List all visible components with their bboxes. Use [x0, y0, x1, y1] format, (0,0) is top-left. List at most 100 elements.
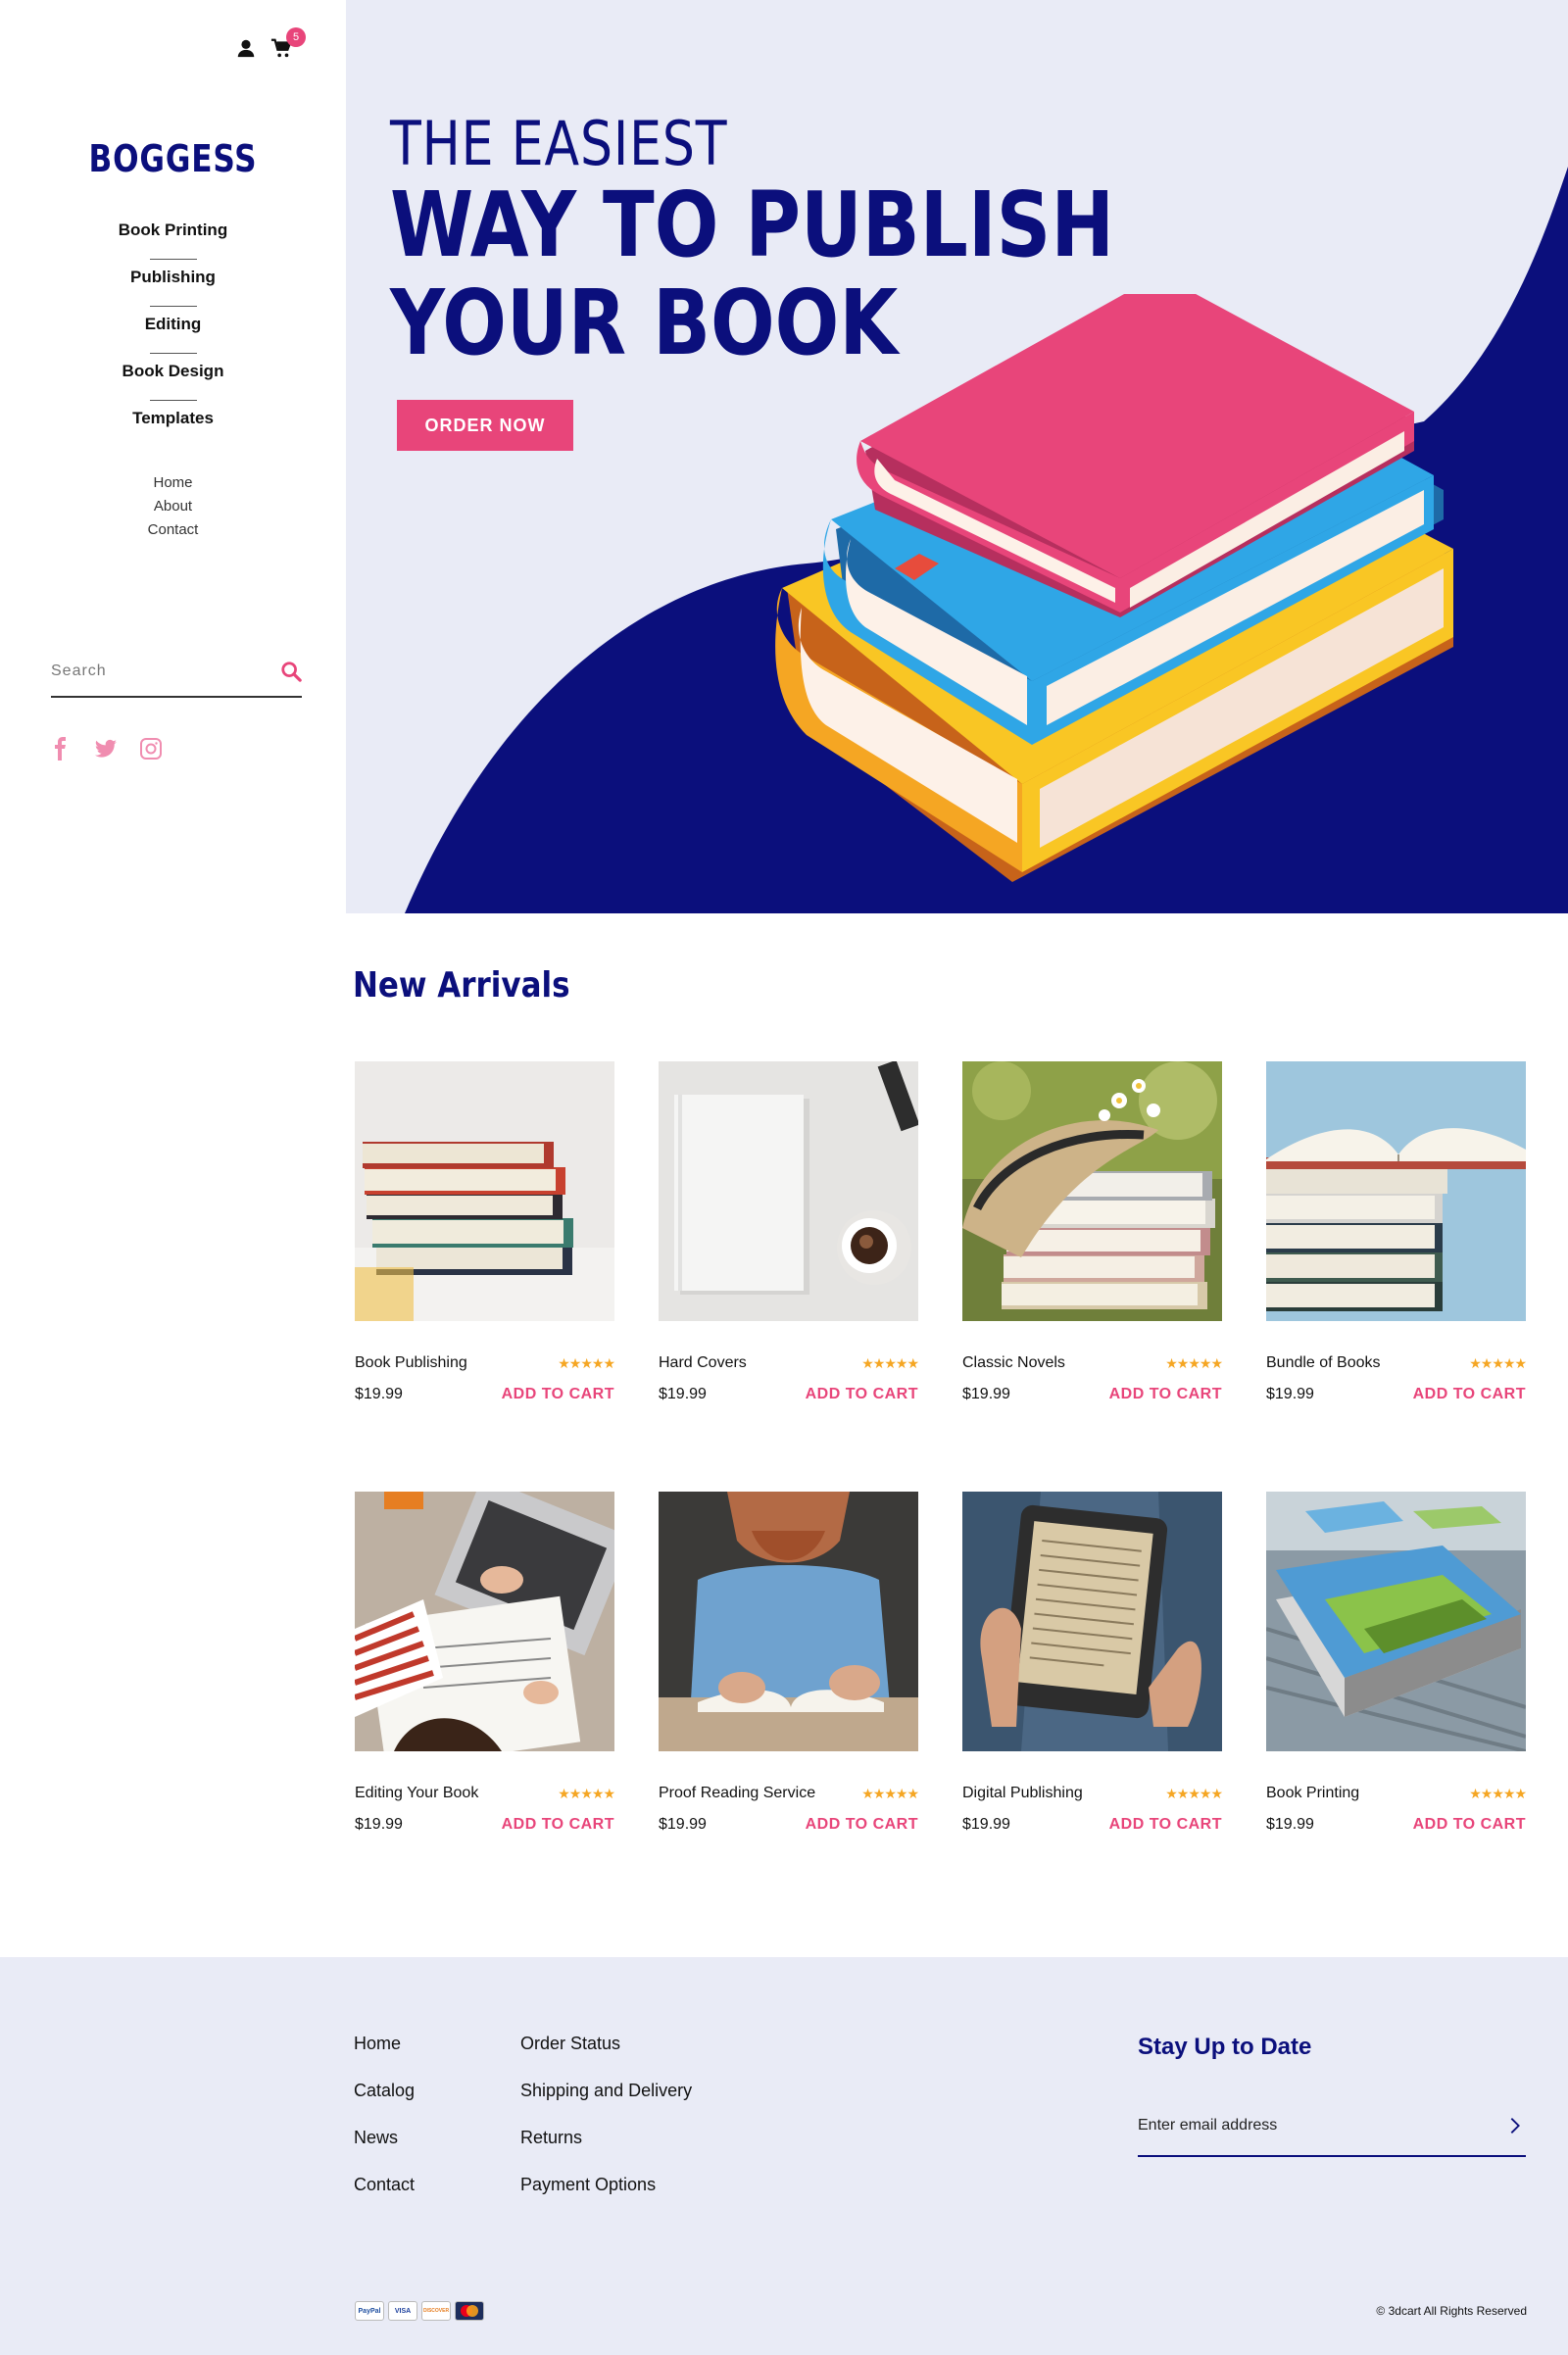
- search-box: [51, 647, 302, 698]
- add-to-cart-button[interactable]: ADD TO CART: [1413, 1386, 1526, 1403]
- product-image[interactable]: [1266, 1492, 1526, 1751]
- footer-link-contact[interactable]: Contact: [354, 2175, 415, 2194]
- footer-links-col2: Order Status Shipping and Delivery Retur…: [520, 2034, 692, 2222]
- visa-icon: VISA: [388, 2301, 417, 2321]
- product-meta: Book Printing ★★★★★: [1266, 1785, 1527, 1802]
- product-grid: Book Publishing ★★★★★ $19.99 ADD TO CART: [355, 1061, 1528, 1834]
- product-name[interactable]: Proof Reading Service: [659, 1785, 815, 1802]
- footer-link-order-status[interactable]: Order Status: [520, 2034, 620, 2053]
- discover-icon: DISCOVER: [421, 2301, 451, 2321]
- footer-link-item: News: [354, 2128, 415, 2175]
- rating-stars: ★★★★★: [1165, 1785, 1223, 1801]
- add-to-cart-button[interactable]: ADD TO CART: [1109, 1386, 1222, 1403]
- product-meta: Editing Your Book ★★★★★: [355, 1785, 615, 1802]
- product-price: $19.99: [355, 1386, 403, 1402]
- rating-stars: ★★★★★: [1165, 1354, 1223, 1371]
- nav-contact[interactable]: Contact: [148, 521, 199, 538]
- add-to-cart-button[interactable]: ADD TO CART: [502, 1386, 614, 1403]
- product-name[interactable]: Book Printing: [1266, 1785, 1359, 1802]
- add-to-cart-button[interactable]: ADD TO CART: [806, 1386, 918, 1403]
- product-name[interactable]: Bundle of Books: [1266, 1354, 1381, 1372]
- product-name[interactable]: Hard Covers: [659, 1354, 747, 1372]
- product-card: Proof Reading Service ★★★★★ $19.99 ADD T…: [659, 1492, 919, 1834]
- sidebar: 5 BOGGESS Book Printing Publishing Editi…: [0, 0, 346, 1957]
- nav-templates[interactable]: Templates: [132, 404, 214, 433]
- user-icon[interactable]: [235, 37, 257, 59]
- book-stack-illustration: [775, 294, 1453, 882]
- footer-link-shipping[interactable]: Shipping and Delivery: [520, 2081, 692, 2100]
- product-name[interactable]: Book Publishing: [355, 1354, 467, 1372]
- add-to-cart-button[interactable]: ADD TO CART: [1413, 1816, 1526, 1834]
- product-image[interactable]: [659, 1492, 918, 1751]
- nav-home[interactable]: Home: [153, 474, 192, 491]
- hero-title-line: WAY TO PUBLISH: [390, 172, 1114, 277]
- footer-link-item: Shipping and Delivery: [520, 2081, 692, 2128]
- product-image[interactable]: [659, 1061, 918, 1321]
- nav-book-printing[interactable]: Book Printing: [119, 216, 227, 245]
- product-meta: Bundle of Books ★★★★★: [1266, 1354, 1527, 1372]
- footer-link-item: Payment Options: [520, 2175, 692, 2222]
- search-input[interactable]: [51, 662, 280, 680]
- product-actions: $19.99 ADD TO CART: [1266, 1386, 1526, 1403]
- product-actions: $19.99 ADD TO CART: [962, 1816, 1222, 1834]
- product-actions: $19.99 ADD TO CART: [659, 1816, 918, 1834]
- add-to-cart-button[interactable]: ADD TO CART: [1109, 1816, 1222, 1834]
- product-actions: $19.99 ADD TO CART: [1266, 1816, 1526, 1834]
- secondary-nav: Home About Contact: [0, 474, 346, 545]
- cart-button[interactable]: 5: [270, 27, 306, 59]
- product-actions: $19.99 ADD TO CART: [962, 1386, 1222, 1403]
- footer-link-payment-options[interactable]: Payment Options: [520, 2175, 656, 2194]
- add-to-cart-button[interactable]: ADD TO CART: [502, 1816, 614, 1834]
- rating-stars: ★★★★★: [558, 1354, 615, 1371]
- footer-link-news[interactable]: News: [354, 2128, 398, 2147]
- chevron-right-icon[interactable]: [1504, 2115, 1526, 2136]
- product-image[interactable]: [355, 1492, 614, 1751]
- product-actions: $19.99 ADD TO CART: [355, 1386, 614, 1403]
- mastercard-icon: [455, 2301, 484, 2321]
- rating-stars: ★★★★★: [861, 1354, 919, 1371]
- product-name[interactable]: Classic Novels: [962, 1354, 1065, 1372]
- product-card: Bundle of Books ★★★★★ $19.99 ADD TO CART: [1266, 1061, 1527, 1403]
- rating-stars: ★★★★★: [1469, 1785, 1527, 1801]
- product-card: Digital Publishing ★★★★★ $19.99 ADD TO C…: [962, 1492, 1223, 1834]
- header-icons: 5: [235, 27, 306, 59]
- rating-stars: ★★★★★: [861, 1785, 919, 1801]
- footer-link-item: Returns: [520, 2128, 692, 2175]
- product-actions: $19.99 ADD TO CART: [659, 1386, 918, 1403]
- facebook-icon[interactable]: [49, 737, 73, 760]
- product-image[interactable]: [962, 1492, 1222, 1751]
- product-meta: Book Publishing ★★★★★: [355, 1354, 615, 1372]
- paypal-icon: PayPal: [355, 2301, 384, 2321]
- nav-editing[interactable]: Editing: [145, 310, 202, 339]
- product-image[interactable]: [355, 1061, 614, 1321]
- product-image[interactable]: [962, 1061, 1222, 1321]
- newsletter-title: Stay Up to Date: [1138, 2034, 1312, 2060]
- footer-link-catalog[interactable]: Catalog: [354, 2081, 415, 2100]
- product-card: Book Printing ★★★★★ $19.99 ADD TO CART: [1266, 1492, 1527, 1834]
- order-now-button[interactable]: ORDER NOW: [397, 400, 573, 451]
- sub-nav-item: About: [0, 498, 346, 521]
- footer-link-home[interactable]: Home: [354, 2034, 401, 2053]
- product-price: $19.99: [659, 1386, 707, 1402]
- product-name[interactable]: Editing Your Book: [355, 1785, 478, 1802]
- main-nav-item: Book Printing: [0, 216, 346, 263]
- add-to-cart-button[interactable]: ADD TO CART: [806, 1816, 918, 1834]
- sub-nav-item: Contact: [0, 521, 346, 545]
- footer-link-returns[interactable]: Returns: [520, 2128, 582, 2147]
- product-meta: Digital Publishing ★★★★★: [962, 1785, 1223, 1802]
- nav-about[interactable]: About: [154, 498, 192, 515]
- newsletter-email-input[interactable]: [1138, 2117, 1504, 2134]
- site-logo[interactable]: BOGGESS: [31, 137, 315, 180]
- nav-book-design[interactable]: Book Design: [122, 357, 224, 386]
- twitter-icon[interactable]: [94, 737, 118, 760]
- instagram-icon[interactable]: [139, 737, 163, 760]
- search-icon[interactable]: [280, 661, 302, 682]
- product-price: $19.99: [962, 1386, 1010, 1402]
- site-footer: Home Catalog News Contact Order Status S…: [0, 1957, 1568, 2355]
- nav-publishing[interactable]: Publishing: [130, 263, 216, 292]
- product-image[interactable]: [1266, 1061, 1526, 1321]
- social-links: [49, 737, 163, 760]
- cart-count-badge: 5: [286, 27, 306, 47]
- rating-stars: ★★★★★: [1469, 1354, 1527, 1371]
- product-name[interactable]: Digital Publishing: [962, 1785, 1083, 1802]
